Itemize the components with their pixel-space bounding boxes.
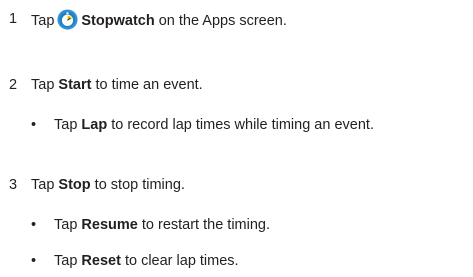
step-number: 2 <box>9 77 18 93</box>
step-text: Tap Stop to stop timing. <box>31 175 185 195</box>
step-suffix: on the Apps screen. <box>154 13 287 29</box>
stopwatch-app-icon <box>57 9 78 30</box>
subitem-prefix: Tap <box>54 217 82 233</box>
bullet: • <box>31 217 37 233</box>
step-text: Tap Start to time an event. <box>31 75 203 95</box>
subitem-prefix: Tap <box>54 117 82 133</box>
subitem-bold: Reset <box>81 253 121 269</box>
step-1: 1 Tap Stopwatch on the Apps screen. <box>9 9 449 31</box>
step-2: 2 Tap Start to time an event. <box>9 75 449 95</box>
step-2-subitem-1: • Tap Lap to record lap times while timi… <box>31 115 471 135</box>
step-number: 3 <box>9 177 18 193</box>
bullet: • <box>31 253 37 269</box>
subitem-text: Tap Resume to restart the timing. <box>54 215 270 235</box>
step-suffix: to time an event. <box>91 77 203 93</box>
step-3: 3 Tap Stop to stop timing. <box>9 175 449 195</box>
subitem-bold: Lap <box>81 117 108 133</box>
subitem-text: Tap Lap to record lap times while timing… <box>54 115 374 135</box>
step-suffix: to stop timing. <box>90 177 185 193</box>
step-bold: Stopwatch <box>81 13 155 29</box>
subitem-text: Tap Reset to clear lap times. <box>54 251 239 271</box>
step-bold: Stop <box>58 177 91 193</box>
step-prefix: Tap <box>31 13 55 29</box>
subitem-bold: Resume <box>81 217 138 233</box>
subitem-suffix: to clear lap times. <box>120 253 239 269</box>
step-number: 1 <box>9 11 18 27</box>
subitem-suffix: to restart the timing. <box>137 217 271 233</box>
step-text: Tap Stopwatch on the Apps screen. <box>31 9 287 31</box>
step-prefix: Tap <box>31 77 59 93</box>
bullet: • <box>31 117 37 133</box>
subitem-suffix: to record lap times while timing an even… <box>107 117 374 133</box>
step-bold: Start <box>58 77 92 93</box>
step-prefix: Tap <box>31 177 59 193</box>
subitem-prefix: Tap <box>54 253 82 269</box>
step-3-subitem-1: • Tap Resume to restart the timing. <box>31 215 471 235</box>
step-3-subitem-2: • Tap Reset to clear lap times. <box>31 251 471 271</box>
